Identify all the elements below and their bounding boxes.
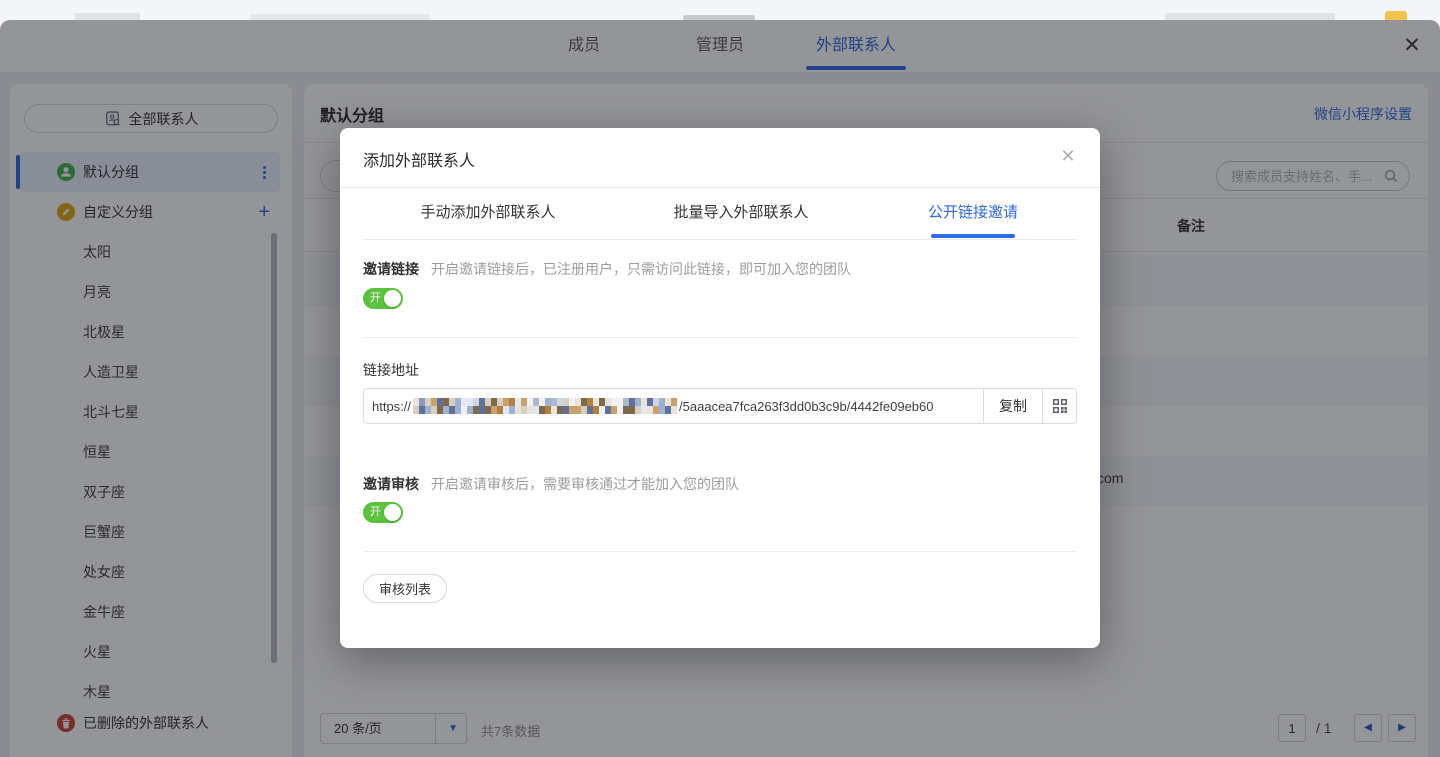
url-suffix: /5aaacea7fca263f3dd0b3c9b/4442fe09eb60 — [679, 399, 933, 414]
qr-code-button[interactable] — [1042, 389, 1076, 423]
invite-review-section-header: 邀请审核 开启邀请审核后，需要审核通过才能加入您的团队 — [363, 474, 1077, 494]
toggle-knob — [384, 290, 401, 307]
url-mosaic — [413, 398, 677, 414]
invite-review-toggle[interactable]: 开 — [363, 502, 403, 523]
divider — [363, 551, 1077, 552]
toggle-on-label: 开 — [370, 288, 381, 309]
underlying-page-strip — [0, 0, 1440, 20]
page-crown-icon — [1385, 11, 1407, 20]
url-prefix: https:// — [372, 399, 411, 414]
modal-title: 添加外部联系人 — [363, 147, 475, 171]
invite-link-field-group: https:// /5aaacea7fca263f3dd0b3c9b/4442f… — [363, 388, 1077, 424]
toggle-knob — [384, 504, 401, 521]
invite-link-label: 邀请链接 — [363, 259, 419, 279]
modal-tab-batch-import[interactable]: 批量导入外部联系人 — [673, 187, 808, 239]
divider — [363, 337, 1077, 338]
invite-link-url[interactable]: https:// /5aaacea7fca263f3dd0b3c9b/4442f… — [364, 389, 984, 423]
modal-tab-manual-add[interactable]: 手动添加外部联系人 — [420, 187, 555, 239]
page-logo-placeholder — [75, 13, 140, 20]
copy-link-button[interactable]: 复制 — [984, 389, 1042, 423]
link-address-label: 链接地址 — [363, 360, 419, 380]
review-list-button[interactable]: 审核列表 — [363, 574, 447, 603]
invite-review-label: 邀请审核 — [363, 474, 419, 494]
toggle-on-label: 开 — [370, 502, 381, 523]
qr-code-icon — [1052, 398, 1068, 414]
add-external-contact-modal: 添加外部联系人 ✕ 手动添加外部联系人 批量导入外部联系人 公开链接邀请 邀请链… — [340, 128, 1100, 648]
divider — [363, 239, 1077, 240]
invite-link-description: 开启邀请链接后，已注册用户，只需访问此链接，即可加入您的团队 — [431, 259, 851, 279]
invite-link-toggle[interactable]: 开 — [363, 288, 403, 309]
link-address-section-header: 链接地址 — [363, 360, 1077, 380]
modal-active-tab-underline — [931, 234, 1015, 238]
modal-close-icon[interactable]: ✕ — [1054, 142, 1082, 170]
invite-link-section-header: 邀请链接 开启邀请链接后，已注册用户，只需访问此链接，即可加入您的团队 — [363, 259, 1077, 279]
modal-tab-public-link[interactable]: 公开链接邀请 — [928, 187, 1018, 239]
page-icons-placeholder — [1165, 13, 1335, 20]
invite-review-description: 开启邀请审核后，需要审核通过才能加入您的团队 — [431, 474, 739, 494]
